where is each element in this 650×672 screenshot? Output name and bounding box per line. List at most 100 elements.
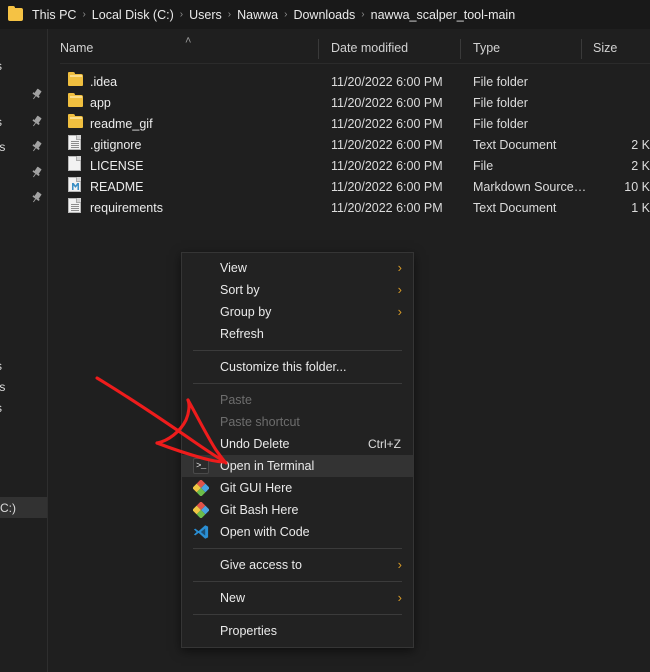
file-row[interactable]: requirements 11/20/2022 6:00 PM Text Docum… xyxy=(48,197,650,218)
menu-separator xyxy=(193,350,402,351)
menu-item-paste-shortcut: Paste shortcut xyxy=(182,411,413,433)
nav-item-label: ts xyxy=(0,139,6,154)
file-type: Markdown Source… xyxy=(473,179,587,194)
text-document-icon xyxy=(68,135,81,150)
breadcrumb-item-5[interactable]: Downloads xyxy=(288,6,360,24)
file-row[interactable]: app 11/20/2022 6:00 PM File folder xyxy=(48,92,650,113)
nav-item-3[interactable]: s xyxy=(0,111,48,132)
menu-item-git-gui-here[interactable]: Git GUI Here xyxy=(182,477,413,499)
file-type: Text Document xyxy=(473,137,557,152)
menu-item-git-bash-here[interactable]: Git Bash Here xyxy=(182,499,413,521)
breadcrumb-item-3[interactable]: Users xyxy=(184,6,227,24)
pin-icon[interactable] xyxy=(30,191,43,204)
menu-separator xyxy=(193,548,402,549)
menu-item-label: Give access to xyxy=(220,558,302,572)
file-name: .gitignore xyxy=(90,137,142,152)
nav-item-10[interactable]: (C:) xyxy=(0,497,48,518)
menu-item-new[interactable]: New › xyxy=(182,587,413,609)
file-row[interactable]: README 11/20/2022 6:00 PM Markdown Source…… xyxy=(48,176,650,197)
menu-item-shortcut: Ctrl+Z xyxy=(368,437,401,451)
pin-icon[interactable] xyxy=(30,166,43,179)
breadcrumb-item-6[interactable]: nawwa_scalper_tool-main xyxy=(366,6,521,24)
menu-item-sort-by[interactable]: Sort by › xyxy=(182,279,413,301)
file-row[interactable]: .idea 11/20/2022 6:00 PM File folder xyxy=(48,71,650,92)
menu-item-give-access-to[interactable]: Give access to › xyxy=(182,554,413,576)
column-header-rule xyxy=(60,63,650,64)
file-date-modified: 11/20/2022 6:00 PM xyxy=(331,137,443,152)
text-document-icon xyxy=(68,198,81,213)
chevron-right-icon: › xyxy=(397,304,402,319)
blank-file-icon xyxy=(68,156,81,171)
column-header-name[interactable]: Name xyxy=(60,41,93,55)
nav-item-6[interactable] xyxy=(0,187,48,208)
nav-item-7[interactable]: s xyxy=(0,355,48,376)
file-size: 1 K xyxy=(631,200,650,215)
pin-icon[interactable] xyxy=(30,140,43,153)
file-type: File folder xyxy=(473,95,528,110)
column-header-size[interactable]: Size xyxy=(593,41,617,55)
menu-item-label: New xyxy=(220,591,246,605)
menu-item-label: Open in Terminal xyxy=(220,459,315,473)
nav-item-9[interactable]: s xyxy=(0,397,48,418)
menu-item-label: Undo Delete xyxy=(220,437,290,451)
pin-icon[interactable] xyxy=(30,115,43,128)
breadcrumb-item-2[interactable]: Local Disk (C:) xyxy=(87,6,179,24)
file-date-modified: 11/20/2022 6:00 PM xyxy=(331,95,443,110)
file-size: 2 K xyxy=(631,158,650,173)
breadcrumb-item-4[interactable]: Nawwa xyxy=(232,6,283,24)
nav-item-1[interactable]: s xyxy=(0,55,48,76)
menu-item-properties[interactable]: Properties xyxy=(182,620,413,642)
menu-item-paste: Paste xyxy=(182,389,413,411)
menu-separator xyxy=(193,383,402,384)
nav-item-8[interactable]: ts xyxy=(0,376,48,397)
file-date-modified: 11/20/2022 6:00 PM xyxy=(331,200,443,215)
folder-icon xyxy=(68,113,83,128)
file-name: readme_gif xyxy=(90,116,153,131)
menu-item-group-by[interactable]: Group by › xyxy=(182,301,413,323)
column-divider[interactable] xyxy=(318,39,319,59)
menu-item-view[interactable]: View › xyxy=(182,257,413,279)
git-icon xyxy=(192,479,210,497)
column-header-type[interactable]: Type xyxy=(473,41,500,55)
file-type: Text Document xyxy=(473,200,557,215)
nav-item-5[interactable] xyxy=(0,162,48,183)
chevron-right-icon: › xyxy=(397,557,402,572)
menu-item-refresh[interactable]: Refresh xyxy=(182,323,413,345)
navigation-pane[interactable]: s s ts s ts s (C:) xyxy=(0,29,48,672)
column-divider[interactable] xyxy=(581,39,582,59)
menu-item-label: Git GUI Here xyxy=(220,481,293,495)
context-menu[interactable]: View › Sort by › Group by › Refresh Customize t… xyxy=(181,252,414,648)
menu-item-open-with-code[interactable]: Open with Code xyxy=(182,521,413,543)
file-type: File folder xyxy=(473,74,528,89)
breadcrumb-item-1[interactable]: This PC xyxy=(27,6,81,24)
column-header-row[interactable]: Name Date modified Type Size ˄ xyxy=(48,36,650,63)
pin-icon[interactable] xyxy=(30,88,43,101)
breadcrumb-bar: This PC › Local Disk (C:) › Users › Nawwa › Down… xyxy=(0,0,650,29)
menu-item-label: Properties xyxy=(220,624,277,638)
folder-icon xyxy=(68,71,83,86)
menu-item-open-in-terminal[interactable]: Open in Terminal xyxy=(182,455,413,477)
nav-item-label: s xyxy=(0,359,2,373)
file-name: .idea xyxy=(90,74,118,89)
file-name: app xyxy=(90,95,111,110)
file-date-modified: 11/20/2022 6:00 PM xyxy=(331,158,443,173)
file-type: File folder xyxy=(473,116,528,131)
nav-item-label: ts xyxy=(0,379,6,394)
file-row[interactable]: LICENSE 11/20/2022 6:00 PM File 2 K xyxy=(48,155,650,176)
nav-item-2[interactable] xyxy=(0,84,48,105)
nav-item-label: s xyxy=(0,115,2,129)
chevron-right-icon: › xyxy=(397,260,402,275)
git-icon xyxy=(192,501,210,519)
column-divider[interactable] xyxy=(460,39,461,59)
menu-item-label: Paste xyxy=(220,393,252,407)
column-header-date-modified[interactable]: Date modified xyxy=(331,41,408,55)
nav-item-4[interactable]: ts xyxy=(0,136,48,157)
menu-item-undo-delete[interactable]: Undo Delete Ctrl+Z xyxy=(182,433,413,455)
menu-item-customize-this-folder[interactable]: Customize this folder... xyxy=(182,356,413,378)
file-row[interactable]: .gitignore 11/20/2022 6:00 PM Text Documen… xyxy=(48,134,650,155)
file-name: LICENSE xyxy=(90,158,144,173)
breadcrumb-separator-icon: › xyxy=(82,9,86,20)
file-date-modified: 11/20/2022 6:00 PM xyxy=(331,74,443,89)
file-row[interactable]: readme_gif 11/20/2022 6:00 PM File folder xyxy=(48,113,650,134)
menu-item-label: Customize this folder... xyxy=(220,360,347,374)
